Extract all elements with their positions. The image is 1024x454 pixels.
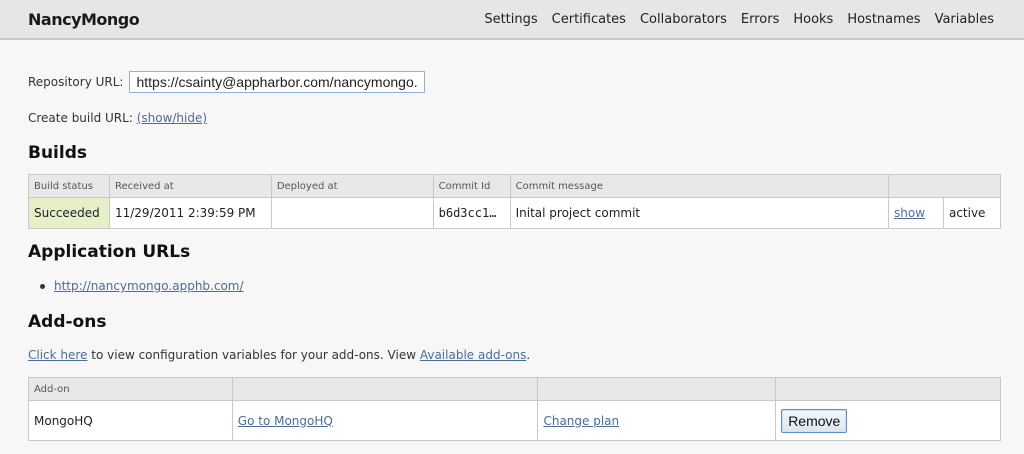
addon-remove-cell: Remove bbox=[775, 400, 1001, 441]
col-commit-id: Commit Id bbox=[432, 174, 511, 198]
main-nav: Settings Certificates Collaborators Erro… bbox=[484, 12, 994, 27]
addon-goto-cell: Go to MongoHQ bbox=[231, 400, 539, 441]
addons-description-end: . bbox=[526, 348, 531, 362]
build-status-badge: Succeeded bbox=[28, 197, 110, 229]
nav-collaborators[interactable]: Collaborators bbox=[640, 12, 727, 27]
bullet-icon bbox=[40, 284, 45, 289]
col-commit-message: Commit message bbox=[509, 174, 890, 198]
go-to-mongohq-link[interactable]: Go to MongoHQ bbox=[238, 414, 333, 428]
builds-heading: Builds bbox=[28, 143, 88, 163]
addons-heading: Add-ons bbox=[28, 312, 107, 332]
nav-variables[interactable]: Variables bbox=[935, 12, 994, 27]
col-deployed-at: Deployed at bbox=[270, 174, 434, 198]
show-build-link[interactable]: show bbox=[894, 206, 925, 220]
deployed-at-cell bbox=[270, 197, 434, 229]
addon-plan-cell: Change plan bbox=[537, 400, 777, 441]
show-cell: show bbox=[888, 197, 944, 229]
build-state-cell: active bbox=[942, 197, 1002, 229]
nav-hostnames[interactable]: Hostnames bbox=[847, 12, 920, 27]
addons-header-row: Add-on bbox=[28, 377, 1001, 401]
commit-id-cell: b6d3cc1… bbox=[432, 197, 511, 229]
addons-table: Add-on MongoHQ Go to MongoHQ Change plan… bbox=[28, 377, 1001, 441]
application-url-link[interactable]: http://nancymongo.apphb.com/ bbox=[54, 279, 244, 293]
addons-description: Click here to view configuration variabl… bbox=[28, 348, 530, 362]
remove-button[interactable]: Remove bbox=[781, 408, 848, 433]
click-here-link[interactable]: Click here bbox=[28, 348, 87, 362]
addon-name-cell: MongoHQ bbox=[28, 400, 233, 441]
received-at-cell: 11/29/2011 2:39:59 PM bbox=[108, 197, 272, 229]
nav-errors[interactable]: Errors bbox=[741, 12, 779, 27]
nav-certificates[interactable]: Certificates bbox=[552, 12, 626, 27]
repository-url-field[interactable] bbox=[129, 71, 426, 93]
available-addons-link[interactable]: Available add-ons bbox=[420, 348, 526, 362]
col-addon-blank-3 bbox=[775, 377, 1001, 401]
table-row: MongoHQ Go to MongoHQ Change plan Remove bbox=[28, 400, 1001, 441]
builds-table: Build status Received at Deployed at Com… bbox=[28, 174, 1002, 229]
col-addon-blank-2 bbox=[537, 377, 777, 401]
col-addon: Add-on bbox=[28, 377, 233, 401]
build-url-label: Create build URL: bbox=[28, 111, 133, 125]
build-url-row: Create build URL: (show/hide) bbox=[28, 111, 207, 125]
application-urls-list: http://nancymongo.apphb.com/ bbox=[40, 279, 244, 293]
app-brand[interactable]: NancyMongo bbox=[28, 10, 140, 29]
col-received-at: Received at bbox=[108, 174, 272, 198]
builds-header-row: Build status Received at Deployed at Com… bbox=[28, 174, 1001, 198]
nav-hooks[interactable]: Hooks bbox=[793, 12, 833, 27]
change-plan-link[interactable]: Change plan bbox=[543, 414, 619, 428]
col-actions bbox=[888, 174, 1001, 198]
nav-settings[interactable]: Settings bbox=[484, 12, 537, 27]
table-row: Succeeded 11/29/2011 2:39:59 PM b6d3cc1…… bbox=[28, 197, 1002, 229]
repository-url-label: Repository URL: bbox=[28, 75, 124, 89]
col-addon-blank-1 bbox=[231, 377, 539, 401]
build-url-toggle-link[interactable]: (show/hide) bbox=[137, 111, 207, 125]
addons-description-text: to view configuration variables for your… bbox=[87, 348, 420, 362]
application-urls-heading: Application URLs bbox=[28, 242, 191, 262]
col-build-status: Build status bbox=[28, 174, 110, 198]
repository-row: Repository URL: bbox=[28, 71, 426, 93]
top-bar: NancyMongo Settings Certificates Collabo… bbox=[0, 0, 1024, 40]
commit-message-cell: Inital project commit bbox=[509, 197, 890, 229]
